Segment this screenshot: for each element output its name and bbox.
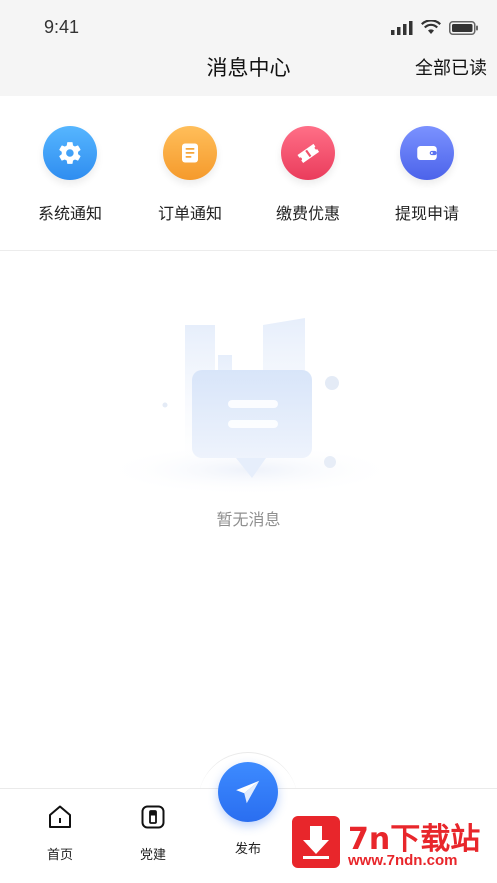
tab-label: 首页	[46, 848, 73, 863]
tab-party-building[interactable]: 党建	[123, 803, 183, 863]
category-label: 提现申请	[394, 204, 459, 223]
download-arrow-icon	[292, 816, 340, 868]
home-icon	[49, 805, 71, 828]
tab-label: 党建	[139, 848, 166, 863]
publish-button[interactable]	[218, 762, 278, 822]
empty-message-illustration	[100, 318, 400, 496]
signal-icon	[391, 20, 413, 35]
message-categories: 系统通知 订单通知 缴费优惠 提现申请	[0, 96, 497, 251]
wifi-icon	[421, 20, 441, 34]
mark-all-read-button[interactable]: 全部已读	[415, 54, 487, 80]
coupon-icon	[281, 126, 335, 180]
status-icons	[391, 20, 479, 35]
tab-home[interactable]: 首页	[30, 803, 90, 863]
empty-state-message: 暂无消息	[216, 510, 281, 529]
header-bar: 9:41 消息中心 全部已读	[0, 0, 497, 96]
category-withdraw-request[interactable]: 提现申请	[377, 126, 477, 224]
publish-label: 发布	[234, 842, 261, 857]
party-building-icon	[141, 805, 165, 829]
watermark-url: www.7ndn.com	[348, 852, 458, 869]
category-order-notice[interactable]: 订单通知	[140, 126, 240, 224]
category-label: 订单通知	[157, 204, 222, 223]
category-payment-discount[interactable]: 缴费优惠	[258, 126, 358, 224]
site-watermark: 7n下载站 www.7ndn.com	[292, 814, 492, 874]
gear-icon	[43, 126, 97, 180]
paper-plane-icon	[236, 780, 260, 804]
status-time: 9:41	[44, 17, 80, 37]
category-label: 缴费优惠	[275, 204, 340, 223]
wallet-icon	[400, 126, 454, 180]
category-label: 系统通知	[37, 204, 102, 223]
battery-icon	[449, 20, 478, 35]
document-icon	[163, 126, 217, 180]
category-system-notice[interactable]: 系统通知	[20, 126, 120, 224]
